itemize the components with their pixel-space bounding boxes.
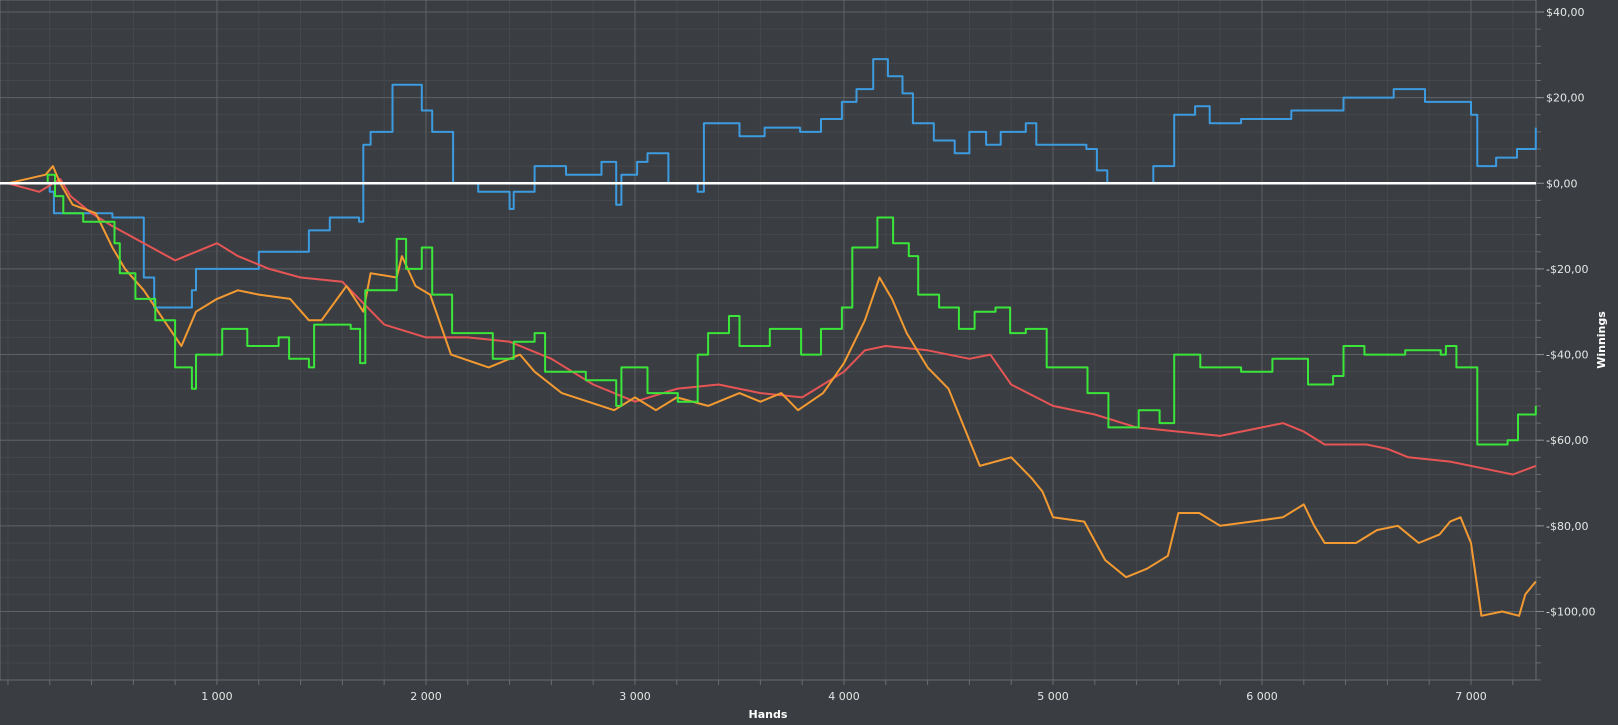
x-axis-ticks: 1 000 2 000 3 000 4 000 5 000 6 000 7 000 <box>201 690 1487 703</box>
y-tick-label: -$100,00 <box>1546 605 1595 618</box>
x-tick-label: 5 000 <box>1037 690 1069 703</box>
x-axis-title: Hands <box>749 708 788 721</box>
series-line-red <box>7 178 1537 476</box>
y-axis-ticks: $40,00 $20,00 $0,00 -$20,00 -$40,00 -$60,00 -$… <box>1546 6 1595 618</box>
x-tick-label: 2 000 <box>410 690 442 703</box>
y-tick-label: $0,00 <box>1546 177 1578 190</box>
x-tick-label: 7 000 <box>1455 690 1487 703</box>
y-tick-label: -$20,00 <box>1546 263 1588 276</box>
x-tick-label: 3 000 <box>619 690 651 703</box>
y-axis-title: Winnings <box>1595 311 1608 369</box>
series-line-orange <box>7 165 1537 617</box>
x-tick-label: 6 000 <box>1246 690 1278 703</box>
y-tick-label: -$60,00 <box>1546 434 1588 447</box>
y-tick-label: -$40,00 <box>1546 349 1588 362</box>
y-tick-label: $40,00 <box>1546 6 1585 19</box>
winnings-chart: 1 000 2 000 3 000 4 000 5 000 6 000 7 000 $40,… <box>0 0 1608 721</box>
series-line-green <box>7 173 1537 446</box>
y-tick-label: $20,00 <box>1546 92 1585 105</box>
plot-border <box>0 0 1537 681</box>
x-tick-label: 4 000 <box>828 690 860 703</box>
major-grid <box>0 0 1544 680</box>
y-tick-label: -$80,00 <box>1546 520 1588 533</box>
x-tick-label: 1 000 <box>201 690 233 703</box>
